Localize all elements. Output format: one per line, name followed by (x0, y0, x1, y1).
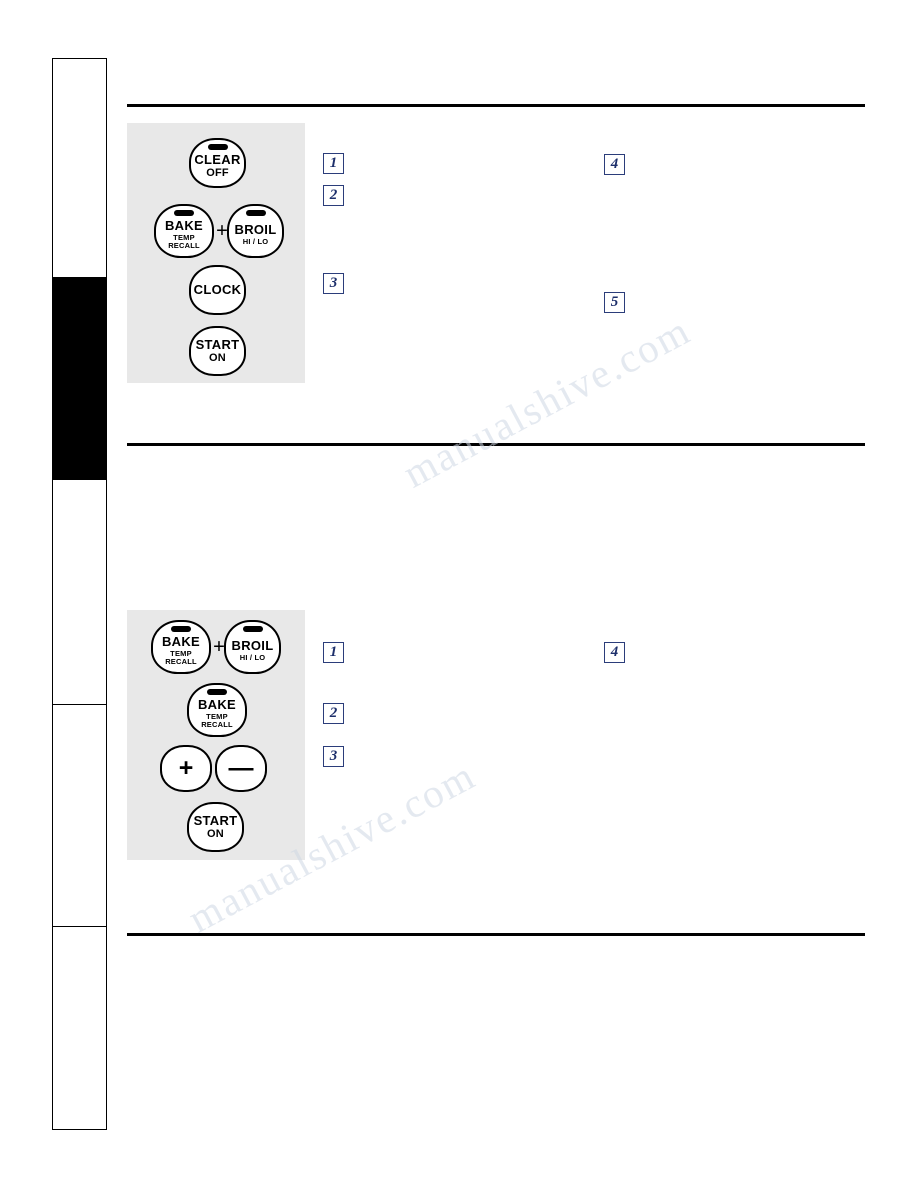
watermark-text: manualshive.com (395, 306, 698, 497)
key-label-line3: RECALL (168, 240, 200, 250)
key-label-line1: — (228, 754, 254, 782)
step-number: 3 (323, 746, 344, 767)
side-tab-strip (52, 58, 107, 1130)
key-label-line2: OFF (206, 167, 229, 180)
tab-segment-1 (53, 59, 106, 277)
key-nub-icon (171, 626, 191, 632)
key-label-line2: ON (207, 827, 224, 840)
key-label-line2: HI / LO (239, 652, 266, 662)
keypad-diagram-top: CLEAR OFF BAKE TEMP RECALL + BROIL HI / … (127, 123, 305, 383)
key-label-line1: BROIL (234, 222, 277, 238)
key-label-line2: HI / LO (242, 236, 269, 246)
step-number: 1 (323, 642, 344, 663)
key-label-line1: BAKE (197, 697, 237, 713)
key-label-line1: BAKE (161, 634, 201, 650)
key-nub-icon (242, 626, 263, 632)
key-label-line1: CLOCK (193, 282, 242, 298)
bake-key[interactable]: BAKE TEMP RECALL (154, 204, 214, 258)
rule-middle (127, 443, 865, 446)
tab-segment-5 (53, 926, 106, 1131)
step-number: 2 (323, 703, 344, 724)
tab-segment-3 (53, 479, 106, 704)
bake-key[interactable]: BAKE TEMP RECALL (151, 620, 211, 674)
key-label-line1: START (195, 336, 240, 352)
clear-off-key[interactable]: CLEAR OFF (189, 138, 246, 188)
tab-segment-2 (53, 277, 106, 479)
start-on-key[interactable]: START ON (187, 802, 244, 852)
start-on-key[interactable]: START ON (189, 326, 246, 376)
key-label-line1: BAKE (164, 218, 204, 234)
tab-segment-4 (53, 704, 106, 926)
bake-key-2[interactable]: BAKE TEMP RECALL (187, 683, 247, 737)
key-label-line3: RECALL (165, 656, 197, 666)
step-number: 5 (604, 292, 625, 313)
key-nub-icon (207, 144, 228, 150)
key-label-line1: CLEAR (194, 152, 241, 168)
step-number: 3 (323, 273, 344, 294)
step-number: 1 (323, 153, 344, 174)
key-nub-icon (207, 689, 227, 695)
broil-key[interactable]: BROIL HI / LO (227, 204, 284, 258)
key-label-line2: ON (209, 351, 226, 364)
step-number: 4 (604, 154, 625, 175)
step-number: 4 (604, 642, 625, 663)
key-nub-icon (174, 210, 194, 216)
key-nub-icon (245, 210, 266, 216)
step-number: 2 (323, 185, 344, 206)
rule-top (127, 104, 865, 107)
rule-bottom (127, 933, 865, 936)
key-label-line3: RECALL (201, 719, 233, 729)
broil-key[interactable]: BROIL HI / LO (224, 620, 281, 674)
key-label-line1: START (193, 812, 238, 828)
key-label-line1: BROIL (231, 638, 274, 654)
keypad-diagram-bottom: BAKE TEMP RECALL + BROIL HI / LO BAKE TE… (127, 610, 305, 860)
key-label-line1: + (178, 754, 194, 782)
clock-key[interactable]: CLOCK (189, 265, 246, 315)
plus-pad-key[interactable]: + (160, 745, 212, 792)
minus-pad-key[interactable]: — (215, 745, 267, 792)
